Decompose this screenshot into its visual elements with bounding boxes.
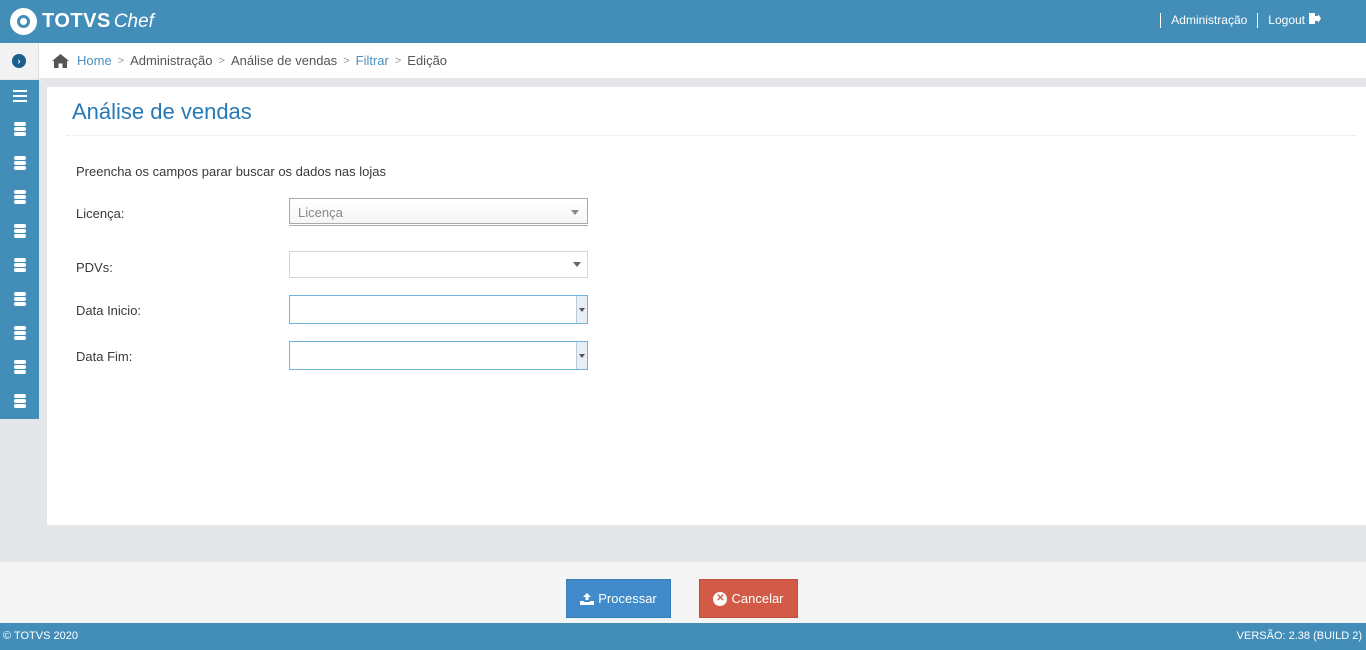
chevron-right-circle-icon: › [12, 54, 26, 68]
breadcrumb-separator: > [218, 54, 225, 67]
cancelar-button[interactable]: ✕ Cancelar [699, 579, 798, 618]
database-icon [13, 326, 26, 340]
footer-bar: © TOTVS 2020 VERSÃO: 2.38 (BUILD 2) [0, 623, 1366, 650]
breadcrumb-separator: > [343, 54, 350, 67]
database-icon [13, 156, 26, 170]
chevron-down-icon [571, 210, 579, 215]
licenca-select-underline [289, 225, 588, 226]
data-inicio-field[interactable] [289, 295, 588, 324]
sidebar-item-2[interactable] [0, 146, 39, 180]
totvs-chef-logo[interactable]: TOTVS Chef [10, 8, 154, 35]
pdvs-label: PDVs: [76, 260, 113, 275]
data-fim-field[interactable] [289, 341, 588, 370]
licenca-select[interactable]: Licença [289, 198, 588, 224]
chevron-down-icon [573, 262, 581, 267]
form-actions-bar: Processar ✕ Cancelar [0, 561, 1366, 623]
processar-button-label: Processar [598, 591, 657, 606]
sidebar-item-4[interactable] [0, 214, 39, 248]
sidebar-item-8[interactable] [0, 350, 39, 384]
breadcrumb-separator: > [394, 54, 402, 67]
brand-totvs: TOTVS [42, 10, 111, 32]
data-inicio-label: Data Inicio: [76, 303, 142, 318]
sidebar-item-9[interactable] [0, 384, 39, 418]
nav-divider [1160, 12, 1162, 28]
database-icon [13, 394, 26, 408]
data-inicio-dropdown-button[interactable] [576, 296, 587, 323]
brand-chef: Chef [113, 10, 154, 32]
database-icon [13, 224, 26, 238]
sidebar [0, 80, 39, 419]
totvs-logo-icon [10, 8, 37, 35]
breadcrumb-edicao: Edição [407, 53, 448, 68]
nav-divider [1257, 12, 1259, 28]
breadcrumb-administracao: Administração [130, 53, 213, 68]
sidebar-item-6[interactable] [0, 282, 39, 316]
database-icon [13, 190, 26, 204]
sidebar-menu-button[interactable] [0, 80, 39, 112]
database-icon [13, 292, 26, 306]
breadcrumb-home[interactable]: Home [77, 53, 112, 68]
data-fim-dropdown-button[interactable] [576, 342, 587, 369]
main-content: Análise de vendas Preencha os campos par… [47, 87, 1366, 525]
data-fim-label: Data Fim: [76, 349, 133, 364]
home-icon [52, 53, 69, 68]
upload-icon [580, 592, 595, 605]
sidebar-item-5[interactable] [0, 248, 39, 282]
breadcrumb-bar: › Home > Administração > Análise de vend… [0, 43, 1366, 79]
navbar-user-menu: Administração Logout [1150, 12, 1321, 28]
title-divider [67, 135, 1357, 136]
breadcrumb-filtrar[interactable]: Filtrar [356, 53, 389, 68]
copyright-text: © TOTVS 2020 [3, 630, 78, 642]
logout-link[interactable]: Logout [1268, 13, 1305, 27]
pdvs-select[interactable] [289, 251, 588, 278]
page-title: Análise de vendas [72, 99, 252, 124]
cancelar-button-label: Cancelar [731, 591, 784, 606]
breadcrumb: Home > Administração > Análise de vendas… [52, 53, 447, 68]
version-text: VERSÃO: 2.38 (BUILD 2) [1236, 630, 1362, 642]
database-icon [13, 122, 26, 136]
sidebar-item-3[interactable] [0, 180, 39, 214]
close-circle-icon: ✕ [713, 591, 728, 606]
licenca-label: Licença: [76, 206, 125, 221]
database-icon [13, 360, 26, 374]
form-instructions: Preencha os campos parar buscar os dados… [76, 164, 387, 179]
logout-icon[interactable] [1308, 12, 1321, 28]
top-navbar: TOTVS Chef Administração Logout [0, 0, 1366, 43]
breadcrumb-analise-de-vendas: Análise de vendas [230, 53, 338, 68]
processar-button[interactable]: Processar [566, 579, 671, 618]
breadcrumb-separator: > [117, 54, 125, 67]
database-icon [13, 258, 26, 272]
sidebar-item-1[interactable] [0, 112, 39, 146]
sidebar-item-7[interactable] [0, 316, 39, 350]
administracao-link[interactable]: Administração [1171, 13, 1247, 27]
bars-icon [12, 90, 27, 102]
sidebar-toggle-button[interactable]: › [0, 43, 39, 79]
licenca-select-value: Licença [298, 205, 343, 220]
